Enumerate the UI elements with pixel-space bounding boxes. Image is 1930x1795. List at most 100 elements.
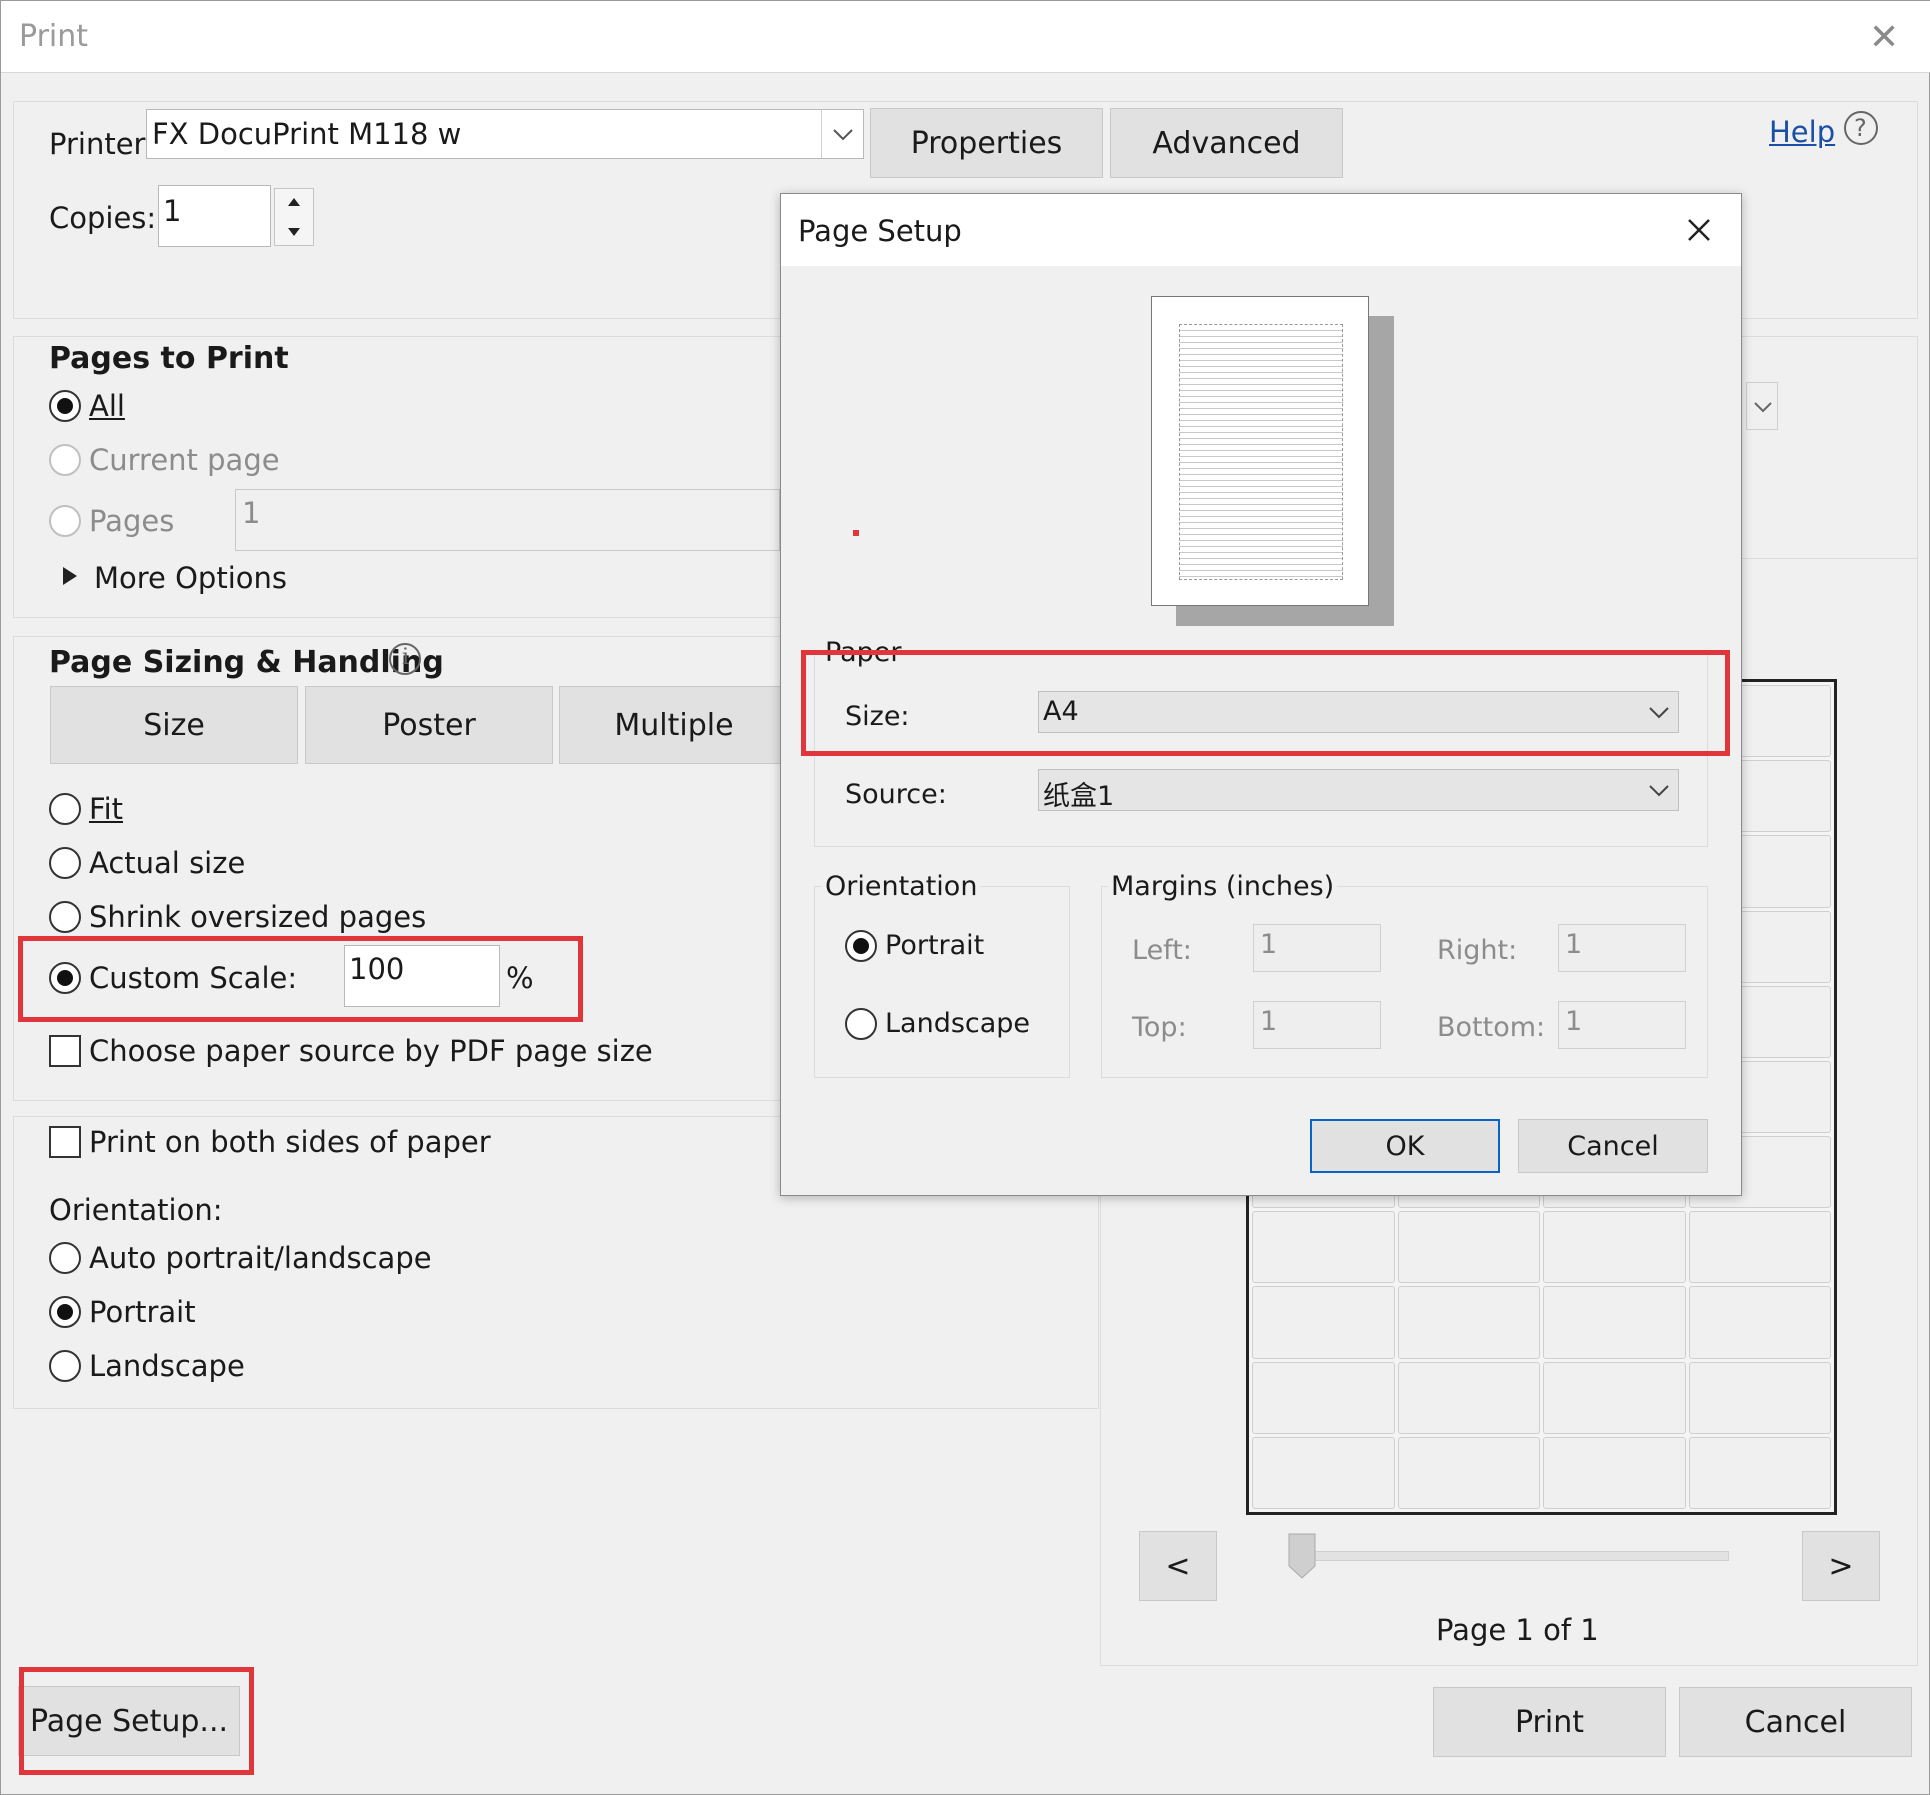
chevron-down-icon: [833, 129, 853, 141]
ps-landscape-radio[interactable]: [845, 1008, 877, 1040]
more-options-label[interactable]: More Options: [94, 561, 287, 595]
chevron-down-icon: [1754, 402, 1772, 413]
fit-radio[interactable]: [49, 793, 81, 825]
orientation-group-label: Orientation: [822, 871, 981, 902]
close-icon[interactable]: [1687, 218, 1711, 242]
right-margin-value: 1: [1565, 929, 1583, 960]
help-icon[interactable]: ?: [1844, 111, 1878, 145]
preview-grid-cell: [1688, 1286, 1831, 1359]
expand-triangle-icon[interactable]: [61, 565, 79, 587]
ps-portrait-radio[interactable]: [845, 930, 877, 962]
choose-paper-label: Choose paper source by PDF page size: [89, 1034, 653, 1068]
tab-poster[interactable]: Poster: [305, 686, 553, 764]
page-indicator: Page 1 of 1: [1436, 1613, 1599, 1647]
pages-radio[interactable]: [49, 505, 81, 537]
preview-grid-cell: [1252, 1361, 1395, 1434]
duplex-checkbox[interactable]: [49, 1126, 81, 1158]
orientation-title: Orientation:: [49, 1193, 223, 1227]
print-button[interactable]: Print: [1433, 1687, 1666, 1757]
actual-size-label: Actual size: [89, 846, 246, 880]
preview-grid-cell: [1252, 1211, 1395, 1284]
page-setup-title: Page Setup: [798, 214, 962, 248]
preview-grid-cell: [1252, 1286, 1395, 1359]
custom-scale-highlight: [18, 936, 583, 1022]
top-margin-input[interactable]: 1: [1253, 1001, 1381, 1049]
ok-button[interactable]: OK: [1310, 1119, 1500, 1173]
auto-orientation-radio[interactable]: [49, 1242, 81, 1274]
preview-grid-cell: [1397, 1361, 1540, 1434]
info-icon[interactable]: i: [389, 643, 421, 675]
window-title: Print: [19, 19, 89, 54]
pages-label: Pages: [89, 504, 175, 538]
copies-stepper[interactable]: [274, 188, 314, 246]
arrow-down-icon[interactable]: [287, 227, 301, 237]
page-preview-content: [1179, 324, 1343, 580]
preview-grid-cell: [1688, 1361, 1831, 1434]
all-label: All: [89, 389, 125, 423]
left-margin-value: 1: [1260, 929, 1278, 960]
page-slider-thumb[interactable]: [1287, 1532, 1317, 1580]
top-margin-value: 1: [1260, 1006, 1278, 1037]
prev-page-button[interactable]: <: [1139, 1531, 1217, 1601]
preview-grid-cell: [1543, 1211, 1686, 1284]
bottom-margin-input[interactable]: 1: [1558, 1001, 1686, 1049]
current-page-label: Current page: [89, 443, 280, 477]
preview-grid-cell: [1543, 1436, 1686, 1509]
landscape-radio[interactable]: [49, 1350, 81, 1382]
all-radio[interactable]: [49, 390, 81, 422]
left-margin-input[interactable]: 1: [1253, 924, 1381, 972]
orientation-group: [814, 886, 1070, 1078]
printer-dropdown[interactable]: [821, 110, 863, 158]
print-window: Print ✕ Printer: FX DocuPrint M118 w Pro…: [0, 0, 1930, 1795]
tab-multiple[interactable]: Multiple: [559, 686, 789, 764]
copies-label: Copies:: [49, 201, 157, 235]
preview-grid-cell: [1397, 1211, 1540, 1284]
advanced-button[interactable]: Advanced: [1110, 108, 1343, 178]
page-setup-dialog: Page Setup Paper Size: A4 Source: 纸盒1 Or…: [780, 193, 1742, 1196]
bottom-margin-value: 1: [1565, 1006, 1583, 1037]
next-page-button[interactable]: >: [1802, 1531, 1880, 1601]
close-icon[interactable]: ✕: [1869, 17, 1899, 58]
margins-group-label: Margins (inches): [1108, 871, 1338, 902]
pages-value: 1: [242, 496, 261, 530]
preview-grid-cell: [1688, 1436, 1831, 1509]
tab-size[interactable]: Size: [50, 686, 298, 764]
pages-input[interactable]: 1: [235, 489, 780, 551]
source-label: Source:: [845, 779, 947, 810]
shrink-radio[interactable]: [49, 901, 81, 933]
copies-input[interactable]: 1: [158, 185, 271, 247]
preview-grid-cell: [1543, 1286, 1686, 1359]
printer-label: Printer:: [49, 127, 155, 161]
margins-group: [1101, 886, 1708, 1078]
preview-grid-cell: [1252, 1436, 1395, 1509]
hidden-select-chevron[interactable]: [1746, 382, 1778, 430]
auto-orientation-label: Auto portrait/landscape: [89, 1241, 432, 1275]
preview-grid-cell: [1543, 1361, 1686, 1434]
fit-label: Fit: [89, 792, 123, 826]
right-margin-label: Right:: [1437, 935, 1518, 966]
arrow-up-icon[interactable]: [287, 197, 301, 207]
duplex-label: Print on both sides of paper: [89, 1125, 491, 1159]
properties-button[interactable]: Properties: [870, 108, 1103, 178]
preview-grid-cell: [1397, 1286, 1540, 1359]
bottom-margin-label: Bottom:: [1437, 1012, 1546, 1043]
title-bar: Print ✕: [1, 1, 1930, 73]
page-slider-track[interactable]: [1299, 1551, 1729, 1561]
actual-size-radio[interactable]: [49, 847, 81, 879]
choose-paper-checkbox[interactable]: [49, 1035, 81, 1067]
portrait-radio[interactable]: [49, 1296, 81, 1328]
copies-value: 1: [163, 194, 182, 228]
left-margin-label: Left:: [1132, 935, 1192, 966]
chevron-down-icon: [1649, 785, 1669, 797]
current-page-radio[interactable]: [49, 444, 81, 476]
printer-select[interactable]: FX DocuPrint M118 w: [146, 109, 864, 159]
size-highlight: [801, 650, 1730, 756]
ps-landscape-label: Landscape: [885, 1008, 1031, 1039]
page-setup-title-bar: Page Setup: [781, 194, 1741, 266]
ps-cancel-button[interactable]: Cancel: [1518, 1119, 1708, 1173]
right-margin-input[interactable]: 1: [1558, 924, 1686, 972]
help-link[interactable]: Help: [1769, 115, 1835, 149]
cancel-button[interactable]: Cancel: [1679, 1687, 1912, 1757]
source-select[interactable]: 纸盒1: [1038, 769, 1679, 812]
ps-portrait-label: Portrait: [885, 930, 985, 961]
